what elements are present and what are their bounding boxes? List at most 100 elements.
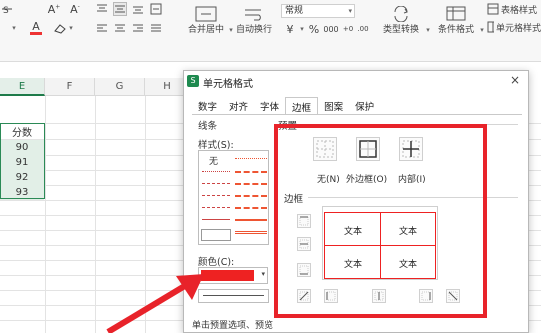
align-middle-icon <box>115 5 125 13</box>
font-color-bar <box>30 32 42 35</box>
convert-icon <box>394 5 408 22</box>
tab-alignment[interactable]: 对齐 <box>223 97 254 115</box>
line-style-option[interactable] <box>235 195 267 197</box>
font-color-icon: A <box>32 20 40 33</box>
tab-number[interactable]: 数字 <box>192 97 223 115</box>
font-shrink-button[interactable]: A- <box>66 2 84 16</box>
decrease-decimal-button[interactable]: .00 <box>355 22 371 36</box>
font-dropdown-arrow[interactable]: ▾ <box>8 22 18 34</box>
style-label: 样式(S): <box>198 140 234 151</box>
table-style-button[interactable]: 表格样式 <box>487 2 541 16</box>
app-logo-icon: S <box>187 75 199 87</box>
line-style-option[interactable] <box>201 229 231 241</box>
ribbon-toolbar: S A+ A- A ▾ ▾ 合并居中 ▾ 自动换行 常规 ▾ ¥ ▾ % 000… <box>0 0 541 62</box>
clear-format-button[interactable]: ▾ <box>52 20 74 36</box>
type-convert-button[interactable]: 类型转换 <box>378 2 424 38</box>
font-grow-button[interactable]: A+ <box>44 2 64 16</box>
type-convert-label: 类型转换 <box>382 24 419 35</box>
font-grow-icon: A+ <box>47 2 61 16</box>
wrap-text-icon <box>245 9 261 20</box>
percent-button[interactable]: % <box>307 22 321 36</box>
increase-decimal-icon: +0 <box>342 25 354 33</box>
line-style-option[interactable] <box>235 207 267 209</box>
font-shrink-icon: A- <box>70 2 80 16</box>
dialog-titlebar[interactable]: S 单元格格式 × <box>184 71 528 91</box>
type-convert-dropdown-arrow[interactable]: ▾ <box>423 24 431 36</box>
align-bottom-icon <box>133 6 143 14</box>
close-button[interactable]: × <box>508 73 522 87</box>
cell-style-icon <box>487 21 494 33</box>
conditional-format-icon <box>446 6 466 20</box>
line-style-option[interactable] <box>202 207 230 208</box>
justify-button[interactable] <box>149 2 163 16</box>
selection-box <box>0 123 45 199</box>
line-style-option[interactable] <box>202 195 230 196</box>
align-top-icon <box>97 4 107 12</box>
merge-cells-icon <box>195 6 217 21</box>
highlight-box <box>274 124 487 318</box>
tab-border[interactable]: 边框 <box>285 97 319 115</box>
merge-center-button[interactable]: 合并居中 <box>184 2 228 38</box>
line-style-option[interactable] <box>202 183 230 184</box>
align-right-button[interactable] <box>131 22 145 36</box>
line-style-option[interactable] <box>235 231 267 234</box>
column-header-f[interactable]: F <box>45 78 95 96</box>
table-style-icon <box>487 3 499 15</box>
cell-style-button[interactable]: 单元格样式 <box>487 20 541 34</box>
align-top-button[interactable] <box>95 2 109 16</box>
conditional-format-button[interactable]: 条件格式 <box>434 2 478 38</box>
align-left-icon <box>97 24 107 32</box>
align-left-button[interactable] <box>95 22 109 36</box>
distribute-button[interactable] <box>149 22 163 36</box>
currency-icon: ¥ <box>286 22 294 36</box>
column-header-e[interactable]: E <box>0 78 45 96</box>
conditional-format-dropdown-arrow[interactable]: ▾ <box>477 24 485 36</box>
justify-icon <box>150 3 162 15</box>
wrap-text-button[interactable]: 自动换行 <box>234 2 274 38</box>
line-style-option[interactable] <box>202 219 230 220</box>
dialog-tabs: 数字 对齐 字体 边框 图案 保护 <box>192 97 380 115</box>
arrow-icon <box>106 274 204 333</box>
currency-button[interactable]: ¥ <box>282 22 298 36</box>
cell-style-label: 单元格样式 <box>495 23 541 34</box>
align-center-button[interactable] <box>113 22 127 36</box>
chevron-down-icon: ▾ <box>261 270 265 278</box>
align-middle-button[interactable] <box>113 2 127 16</box>
eraser-icon <box>54 24 66 34</box>
dialog-title: 单元格格式 <box>203 79 253 90</box>
thousands-icon: 000 <box>323 24 339 34</box>
wrap-text-label: 自动换行 <box>235 24 272 35</box>
line-style-option[interactable] <box>235 158 267 159</box>
number-format-value: 常规 <box>285 6 304 16</box>
tab-pattern[interactable]: 图案 <box>318 97 349 115</box>
line-style-option[interactable] <box>235 171 267 173</box>
style-none-option[interactable]: 无 <box>209 154 218 167</box>
currency-dropdown-arrow[interactable]: ▾ <box>297 22 305 36</box>
align-bottom-button[interactable] <box>131 2 145 16</box>
align-right-icon <box>133 24 143 32</box>
merge-center-label: 合并居中 <box>187 24 224 35</box>
increase-decimal-button[interactable]: +0 <box>341 22 355 36</box>
line-style-list[interactable]: 无 <box>198 150 269 245</box>
thousands-button[interactable]: 000 <box>322 22 340 36</box>
merge-dropdown-arrow[interactable]: ▾ <box>226 24 234 36</box>
conditional-format-label: 条件格式 <box>437 24 474 35</box>
strikethrough-button[interactable]: S <box>0 2 14 16</box>
column-header-g[interactable]: G <box>95 78 145 96</box>
tab-protection[interactable]: 保护 <box>349 97 380 115</box>
color-label: 颜色(C): <box>198 257 235 268</box>
percent-icon: % <box>308 22 320 36</box>
line-style-option[interactable] <box>235 219 267 221</box>
distribute-icon <box>151 24 161 32</box>
font-color-button[interactable]: A <box>26 20 46 36</box>
line-style-option[interactable] <box>202 171 230 172</box>
chevron-down-icon: ▾ <box>348 7 352 15</box>
line-style-option[interactable] <box>235 183 267 185</box>
line-group-label: 线条 <box>198 121 218 132</box>
tabs-divider <box>192 114 522 115</box>
align-center-icon <box>115 24 125 32</box>
strikethrough-icon: S <box>2 6 12 15</box>
tab-font[interactable]: 字体 <box>254 97 285 115</box>
decrease-decimal-icon: .00 <box>357 25 369 33</box>
number-format-select[interactable]: 常规 ▾ <box>281 4 355 18</box>
